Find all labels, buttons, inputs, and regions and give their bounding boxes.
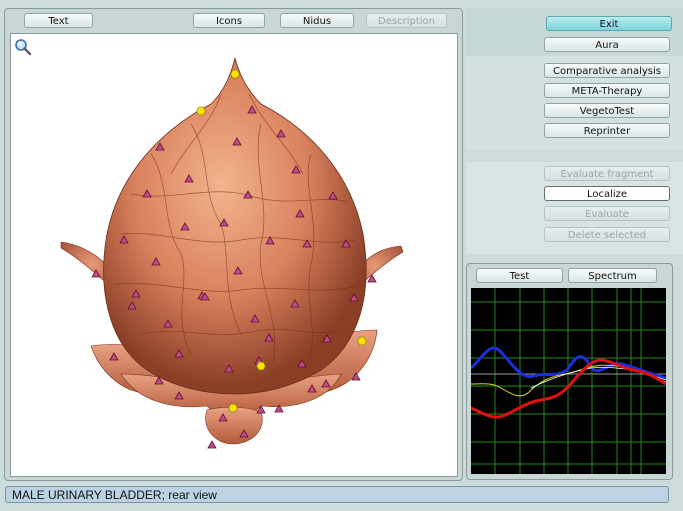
comparative-analysis-button[interactable]: Comparative analysis <box>544 63 670 78</box>
evaluate-button[interactable]: Evaluate <box>544 206 670 221</box>
organ-viewer[interactable] <box>10 33 458 477</box>
nidus-hexagon-marker[interactable] <box>230 69 240 79</box>
meta-therapy-button[interactable]: META-Therapy <box>544 83 670 98</box>
nidus-hexagon-marker[interactable] <box>357 336 367 346</box>
vegetotest-button[interactable]: VegetoTest <box>544 103 670 118</box>
tab-description[interactable]: Description <box>366 13 447 28</box>
prostate-tip <box>205 406 263 445</box>
tab-icons[interactable]: Icons <box>193 13 265 28</box>
tab-nidus[interactable]: Nidus <box>280 13 354 28</box>
localize-button[interactable]: Localize <box>544 186 670 201</box>
nidus-marker[interactable] <box>207 440 217 449</box>
delete-selected-button[interactable]: Delete selected <box>544 227 670 242</box>
tab-text[interactable]: Text <box>24 13 93 28</box>
reprinter-button[interactable]: Reprinter <box>544 123 670 138</box>
evaluate-fragment-button[interactable]: Evaluate fragment <box>544 166 670 181</box>
organ-image <box>60 57 404 449</box>
bladder-body <box>103 57 367 395</box>
status-bar: MALE URINARY BLADDER; rear view <box>5 486 669 503</box>
nidus-hexagon-marker[interactable] <box>228 403 238 413</box>
test-graph <box>470 288 667 474</box>
status-text: MALE URINARY BLADDER; rear view <box>12 488 217 502</box>
nidus-hexagon-marker[interactable] <box>256 361 266 371</box>
nidus-hexagon-marker[interactable] <box>196 106 206 116</box>
exit-button[interactable]: Exit <box>546 16 672 31</box>
graph-grid <box>471 288 666 474</box>
aura-button[interactable]: Aura <box>544 37 670 52</box>
test-tab[interactable]: Test <box>476 268 563 283</box>
magnifier-icon[interactable] <box>14 38 32 56</box>
spectrum-tab[interactable]: Spectrum <box>568 268 657 283</box>
